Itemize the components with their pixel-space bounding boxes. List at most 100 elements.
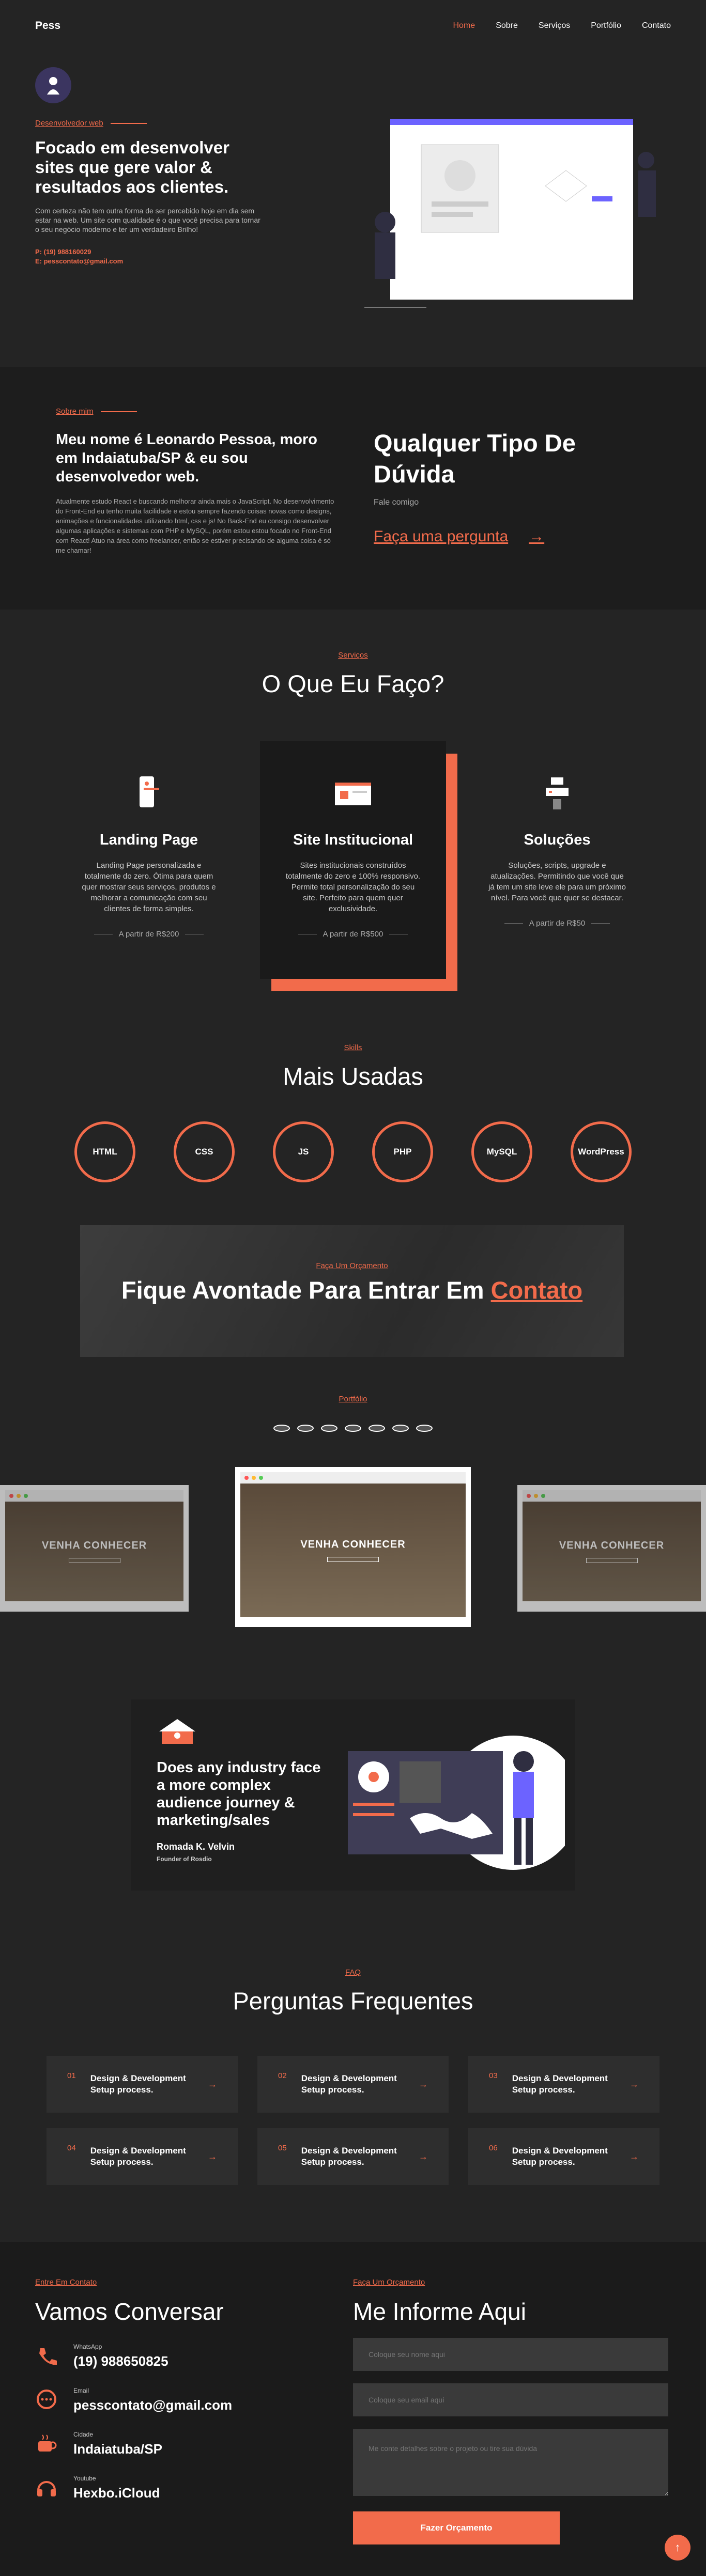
skill-js: JS	[273, 1121, 334, 1182]
services-kicker: Serviços	[338, 651, 368, 660]
faq-item[interactable]: 01 Design & Development Setup process. →	[47, 2056, 238, 2113]
nav-home[interactable]: Home	[453, 21, 475, 30]
logo[interactable]: Pess	[35, 20, 60, 32]
faq-item[interactable]: 03 Design & Development Setup process. →	[468, 2056, 659, 2113]
service-card-institucional[interactable]: Site Institucional Sites institucionais …	[260, 741, 446, 979]
faq-item[interactable]: 02 Design & Development Setup process. →	[257, 2056, 449, 2113]
hero-title: Focado em desenvolver sites que gere val…	[35, 138, 229, 196]
nav-sobre[interactable]: Sobre	[496, 21, 518, 30]
carousel-dot[interactable]	[273, 1425, 290, 1432]
hero-kicker: Desenvolvedor web	[35, 119, 103, 128]
faq-item[interactable]: 06 Design & Development Setup process. →	[468, 2128, 659, 2185]
carousel-dot[interactable]	[321, 1425, 337, 1432]
service-card-solucoes[interactable]: Soluções Soluções, scripts, upgrade e at…	[464, 741, 650, 979]
browser-icon	[335, 783, 371, 805]
email-input[interactable]	[353, 2383, 668, 2416]
arrow-right-icon: →	[630, 2079, 639, 2089]
service-card-landing[interactable]: Landing Page Landing Page personalizada …	[56, 741, 242, 979]
service-price: A partir de R$500	[323, 930, 383, 939]
nav-contato[interactable]: Contato	[642, 21, 671, 30]
skill-html: HTML	[74, 1121, 135, 1182]
faq-number: 06	[489, 2144, 498, 2152]
house-icon	[159, 1719, 195, 1744]
about-section: Sobre mim Meu nome é Leonardo Pessoa, mo…	[0, 367, 706, 610]
service-title: Site Institucional	[293, 832, 413, 848]
nav-portfolio[interactable]: Portfólio	[591, 21, 621, 30]
carousel-dot[interactable]	[345, 1425, 361, 1432]
contact-email[interactable]: Email pesscontato@gmail.com	[35, 2387, 304, 2413]
arrow-right-icon: →	[208, 2151, 217, 2162]
arrow-right-icon: →	[419, 2151, 428, 2162]
about-side-sub: Fale comigo	[374, 498, 419, 507]
faq-item[interactable]: 05 Design & Development Setup process. →	[257, 2128, 449, 2185]
faq-number: 04	[67, 2144, 76, 2152]
hero-illustration	[364, 119, 656, 308]
faq-number: 02	[278, 2071, 287, 2080]
testimonial-name: Romada K. Velvin	[157, 1841, 235, 1852]
quote-banner: Faça Um Orçamento Fique Avontade Para En…	[80, 1225, 624, 1357]
phone-icon	[140, 776, 159, 807]
hero-phone: P: (19) 988160029	[35, 248, 91, 256]
portfolio-slide-right[interactable]: VENHA CONHECER	[517, 1485, 706, 1612]
contact-youtube[interactable]: Youtube Hexbo.iCloud	[35, 2475, 304, 2501]
carousel-dot[interactable]	[297, 1425, 314, 1432]
faq-question: Design & Development Setup process.	[512, 2073, 608, 2095]
contact-city[interactable]: Cidade Indaiatuba/SP	[35, 2431, 304, 2457]
scroll-top-button[interactable]: ↑	[665, 2535, 690, 2561]
testimonial-quote: Does any industry face a more complex au…	[157, 1759, 321, 1829]
service-desc: Landing Page personalizada e totalmente …	[82, 861, 216, 913]
testimonial-card: Does any industry face a more complex au…	[131, 1699, 575, 1891]
contact-label: Email	[73, 2387, 89, 2394]
arrow-right-icon: →	[208, 2079, 217, 2089]
banner-contact-link[interactable]: Contato	[491, 1276, 583, 1304]
arrow-right-icon: →	[630, 2151, 639, 2162]
skill-wordpress: WordPress	[571, 1121, 632, 1182]
hero-desc: Com certeza não tem outra forma de ser p…	[35, 207, 260, 233]
portfolio-kicker: Portfólio	[339, 1395, 367, 1403]
portfolio-slide-center[interactable]: VENHA CONHECER	[235, 1467, 471, 1627]
service-title: Landing Page	[99, 832, 198, 848]
service-desc: Sites institucionais construídos totalme…	[285, 861, 421, 913]
skill-mysql: MySQL	[471, 1121, 532, 1182]
faq-number: 01	[67, 2071, 76, 2080]
service-price: A partir de R$200	[118, 930, 179, 939]
faq-section: FAQ Perguntas Frequentes 01 Design & Deve…	[0, 1968, 706, 2185]
skills-kicker: Skills	[344, 1043, 362, 1052]
slide-text: VENHA CONHECER	[300, 1538, 406, 1550]
contact-value: pesscontato@gmail.com	[73, 2397, 233, 2413]
faq-number: 05	[278, 2144, 287, 2152]
name-input[interactable]	[353, 2338, 668, 2371]
hero-section: Desenvolvedor web Focado em desenvolver …	[0, 52, 706, 310]
message-textarea[interactable]	[353, 2429, 668, 2496]
contact-label: WhatsApp	[73, 2343, 102, 2350]
hero-email: E: pesscontato@gmail.com	[35, 257, 124, 265]
coffee-icon	[38, 2434, 57, 2452]
arrow-right-icon: →	[529, 528, 545, 545]
portfolio-section: Portfólio VENHA CONHECER VENHA CONHECER …	[0, 1395, 706, 1627]
skill-php: PHP	[372, 1121, 433, 1182]
contact-whatsapp[interactable]: WhatsApp (19) 988650825	[35, 2343, 304, 2369]
server-icon	[546, 777, 569, 809]
contact-value: Hexbo.iCloud	[73, 2485, 160, 2501]
nav-servicos[interactable]: Serviços	[539, 21, 570, 30]
contact-label: Cidade	[73, 2431, 94, 2438]
form-kicker: Faça Um Orçamento	[353, 2278, 425, 2287]
headset-icon	[37, 2480, 56, 2496]
portfolio-slide-left[interactable]: VENHA CONHECER	[0, 1485, 189, 1612]
about-kicker: Sobre mim	[56, 407, 94, 416]
carousel-dot[interactable]	[416, 1425, 433, 1432]
faq-kicker: FAQ	[345, 1968, 361, 1977]
faq-question: Design & Development Setup process.	[90, 2073, 186, 2095]
carousel-dot[interactable]	[392, 1425, 409, 1432]
carousel-dot[interactable]	[369, 1425, 385, 1432]
banner-kicker: Faça Um Orçamento	[316, 1261, 388, 1270]
site-header: Pess Home Sobre Serviços Portfólio Conta…	[0, 0, 706, 52]
arrow-right-icon: →	[419, 2079, 428, 2089]
testimonial-role: Founder of Rosdio	[157, 1855, 212, 1863]
dashboard-illustration	[348, 1736, 565, 1870]
faq-item[interactable]: 04 Design & Development Setup process. →	[47, 2128, 238, 2185]
service-desc: Soluções, scripts, upgrade e atualizaçõe…	[488, 861, 626, 902]
submit-quote-button[interactable]: Fazer Orçamento	[353, 2511, 560, 2544]
services-section: Serviços O Que Eu Faço? Landing Page Lan…	[0, 610, 706, 1018]
ask-question-link[interactable]: Faça uma pergunta →	[374, 528, 611, 545]
